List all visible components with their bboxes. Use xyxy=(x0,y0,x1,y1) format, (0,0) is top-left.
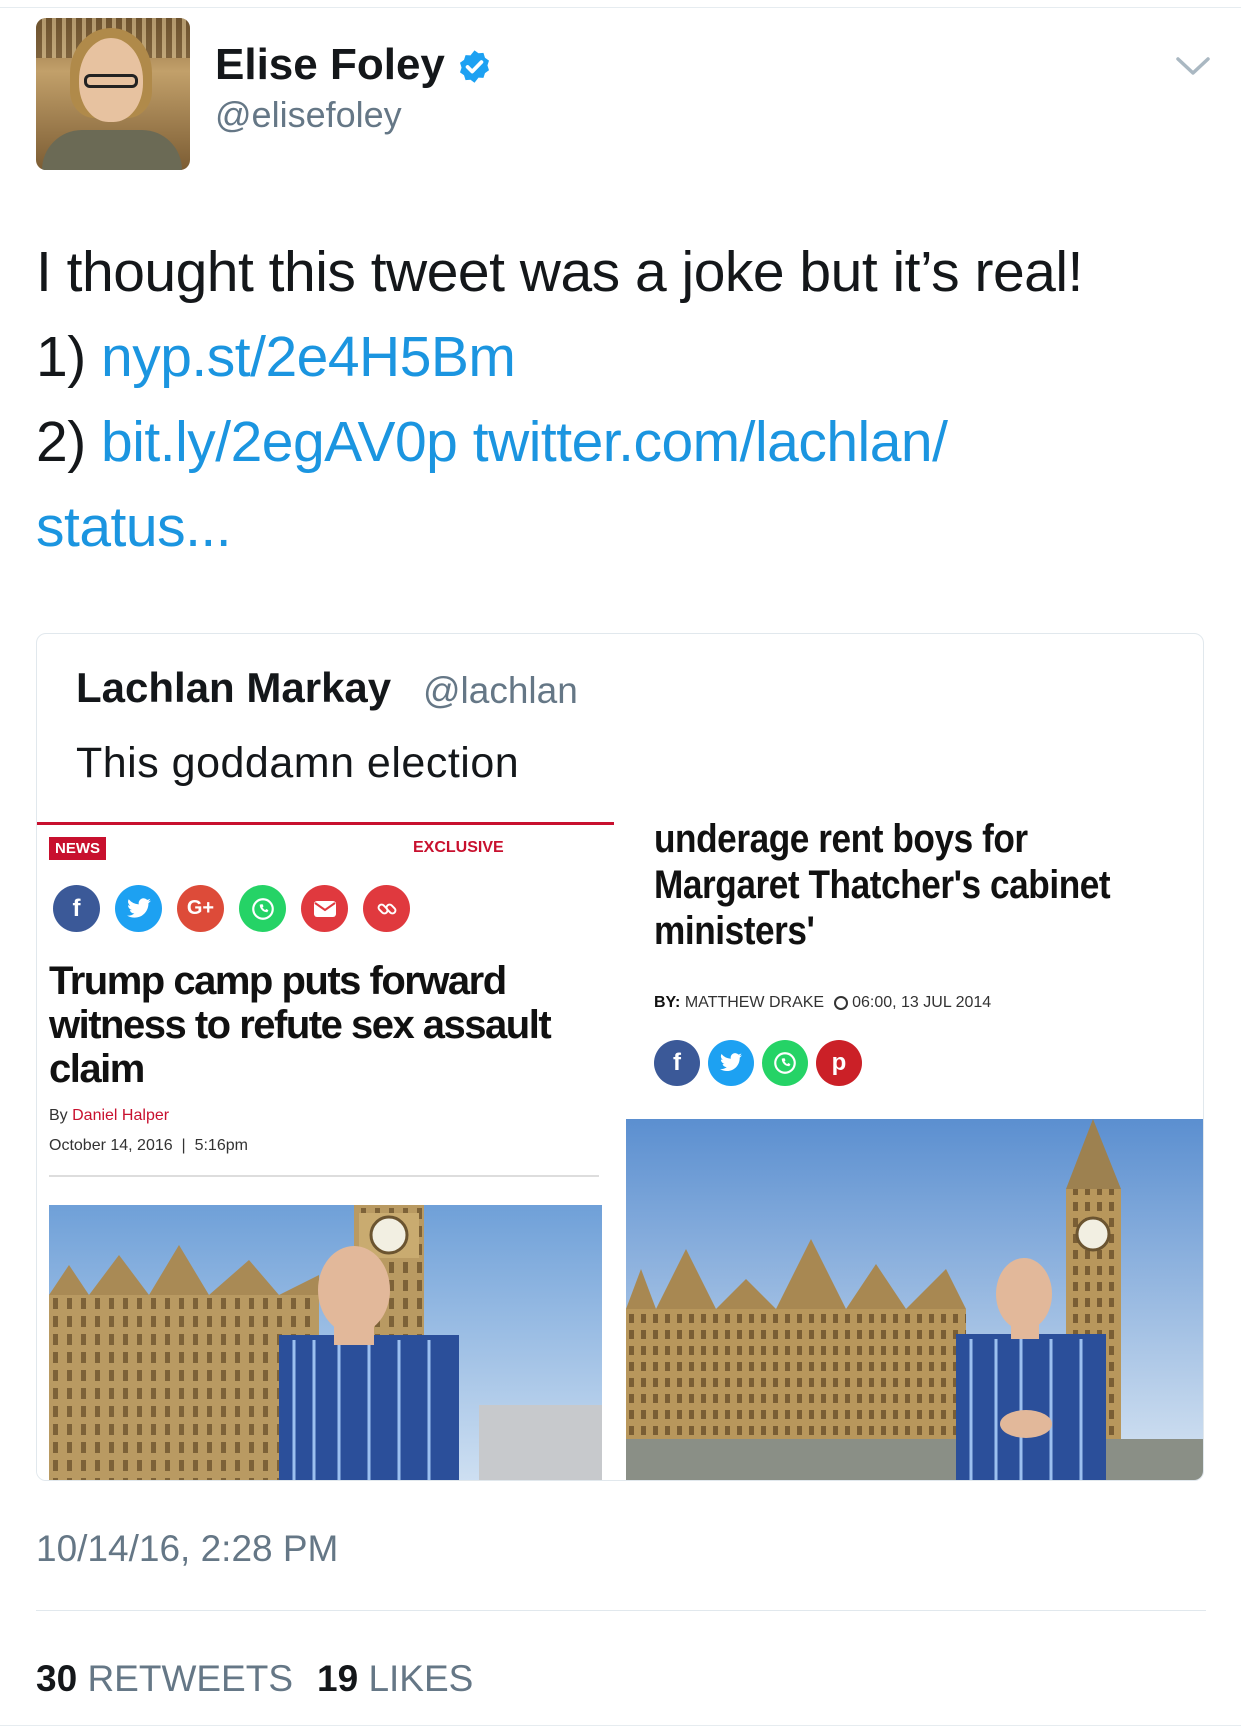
retweets-label: RETWEETS xyxy=(87,1658,293,1699)
retweets-count: 30 xyxy=(36,1658,78,1699)
quoted-tweet-text: This goddamn election xyxy=(76,739,520,787)
exclusive-tag: EXCLUSIVE xyxy=(413,839,504,856)
news-badge: NEWS xyxy=(49,837,106,860)
list-number: 1) xyxy=(36,325,102,389)
clock-icon xyxy=(834,996,849,1010)
tweet-line: status... xyxy=(36,485,1206,570)
retweets-stat[interactable]: 30 RETWEETS xyxy=(36,1658,293,1699)
quoted-tweet[interactable]: Lachlan Markay @lachlan This goddamn ele… xyxy=(36,633,1204,1481)
quoted-author-handle: @lachlan xyxy=(423,670,578,711)
bottom-border xyxy=(0,1725,1241,1726)
list-number: 2) xyxy=(36,410,102,474)
article-headline: underage rent boys for Margaret Thatcher… xyxy=(654,817,1111,953)
twitter-icon xyxy=(115,885,162,932)
facebook-icon: f xyxy=(53,885,100,932)
tweet-text: I thought this tweet was a joke but it’s… xyxy=(36,230,1206,570)
article-time: 5:16pm xyxy=(194,1137,248,1154)
author-handle[interactable]: @elisefoley xyxy=(215,94,402,136)
email-icon xyxy=(301,885,348,932)
avatar-body xyxy=(42,130,182,170)
article-byline: By Daniel Halper xyxy=(49,1107,169,1125)
article-byline: BY: MATTHEW DRAKE 06:00, 13 JUL 2014 xyxy=(654,994,991,1012)
link-icon xyxy=(363,885,410,932)
tweet-line: I thought this tweet was a joke but it’s… xyxy=(36,240,1083,304)
tweet-line: 1) nyp.st/2e4H5Bm xyxy=(36,315,1206,400)
byline-label: BY: xyxy=(654,994,681,1011)
tweet-link[interactable]: twitter.com/lachlan/ xyxy=(473,410,948,474)
tweet-link[interactable]: nyp.st/2e4H5Bm xyxy=(101,325,516,389)
byline-prefix: By xyxy=(49,1107,73,1124)
facebook-icon: f xyxy=(654,1040,700,1086)
likes-label: LIKES xyxy=(368,1658,474,1699)
article-photo xyxy=(626,1119,1203,1480)
likes-stat[interactable]: 19 LIKES xyxy=(317,1658,473,1699)
top-border xyxy=(0,7,1241,8)
tweet-stats: 30 RETWEETS 19 LIKES xyxy=(36,1658,473,1700)
article-date-text: October 14, 2016 xyxy=(49,1137,173,1154)
article-author: Daniel Halper xyxy=(72,1107,170,1124)
tweet-link[interactable]: status... xyxy=(36,495,232,559)
article-photo xyxy=(49,1205,602,1480)
divider xyxy=(49,1175,599,1177)
avatar-glasses xyxy=(84,74,138,88)
avatar[interactable] xyxy=(36,18,190,170)
article-datetime: 06:00, 13 JUL 2014 xyxy=(852,994,992,1011)
whatsapp-icon xyxy=(239,885,286,932)
pinterest-icon: p xyxy=(816,1040,862,1086)
article-date: October 14, 2016 | 5:16pm xyxy=(49,1137,248,1154)
likes-count: 19 xyxy=(317,1658,359,1699)
author-name[interactable]: Elise Foley xyxy=(215,40,445,90)
quoted-author-name: Lachlan Markay xyxy=(76,664,392,711)
article-headline: Trump camp puts forward witness to refut… xyxy=(49,959,552,1091)
tweet-line: 2) bit.ly/2egAV0p twitter.com/lachlan/ xyxy=(36,400,1206,485)
article-image-left[interactable]: NEWS EXCLUSIVE f G+ Trump camp puts forw… xyxy=(37,822,614,1480)
twitter-icon xyxy=(708,1040,754,1086)
article-image-right[interactable]: underage rent boys for Margaret Thatcher… xyxy=(626,817,1203,1480)
divider xyxy=(36,1610,1206,1611)
tweet-timestamp[interactable]: 10/14/16, 2:28 PM xyxy=(36,1528,338,1570)
share-buttons: f p xyxy=(654,1040,862,1086)
article-author: MATTHEW DRAKE xyxy=(684,994,825,1011)
chevron-down-icon[interactable] xyxy=(1175,55,1211,77)
verified-badge-icon xyxy=(460,50,489,83)
google-plus-icon: G+ xyxy=(177,885,224,932)
tweet-link[interactable]: bit.ly/2egAV0p xyxy=(101,410,458,474)
whatsapp-icon xyxy=(762,1040,808,1086)
share-buttons: f G+ xyxy=(53,885,410,932)
